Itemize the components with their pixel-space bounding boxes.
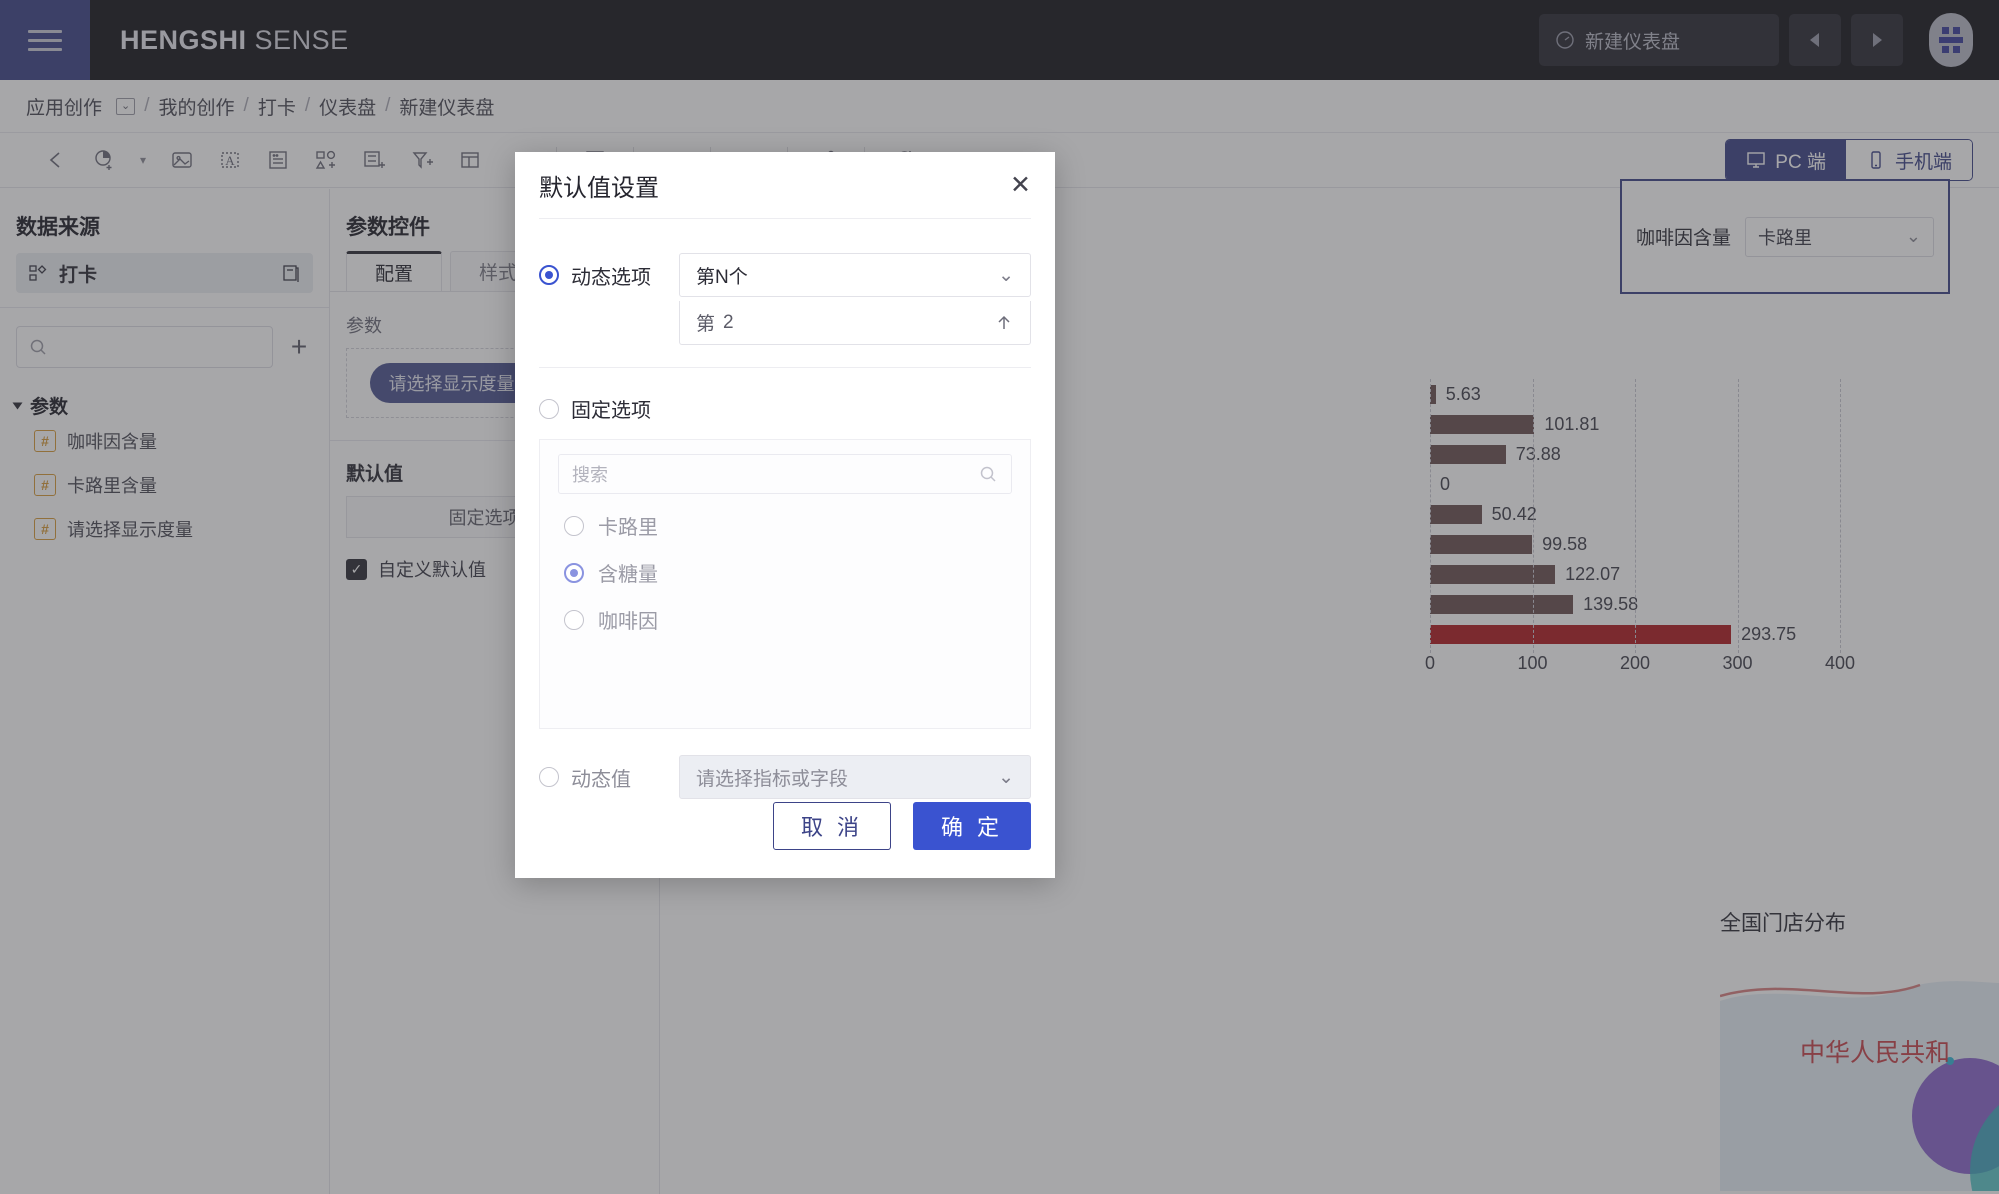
confirm-button[interactable]: 确 定: [913, 802, 1031, 850]
fixed-option-panel: 搜索 卡路里 含糖量 咖啡因: [539, 439, 1031, 729]
radio-fixed-option[interactable]: [539, 398, 559, 419]
dynamic-option-select[interactable]: 第N个 ⌄: [679, 253, 1031, 297]
option-search-input[interactable]: 搜索: [558, 454, 1012, 494]
dialog-title: 默认值设置: [539, 174, 659, 202]
dialog-footer: 取 消 确 定: [515, 774, 1055, 878]
option-item-1[interactable]: 含糖量: [540, 549, 1030, 596]
radio-option-0[interactable]: [564, 515, 584, 536]
option-search-placeholder: 搜索: [572, 465, 608, 485]
dialog-divider: [539, 218, 1031, 219]
close-icon[interactable]: ✕: [1010, 172, 1031, 198]
dynamic-option-row: 动态选项 第N个 ⌄: [515, 253, 1055, 297]
option-label-2: 咖啡因: [598, 611, 658, 633]
nth-prefix: 第: [696, 314, 716, 335]
chevron-down-icon: ⌄: [998, 264, 1014, 286]
fixed-option-label: 固定选项: [571, 400, 651, 422]
dynamic-option-value: 第N个: [696, 266, 748, 288]
radio-option-1[interactable]: [564, 562, 584, 583]
option-item-0[interactable]: 卡路里: [540, 502, 1030, 549]
stepper-up-icon[interactable]: [994, 313, 1014, 333]
option-label-0: 卡路里: [598, 517, 658, 539]
dynamic-option-label: 动态选项: [571, 266, 651, 289]
search-icon: [978, 464, 998, 484]
default-value-dialog: 默认值设置 ✕ 动态选项 第N个 ⌄ 第 2 固定选项 搜索 卡路里 含糖量 咖…: [515, 152, 1055, 878]
radio-dynamic-option[interactable]: [539, 265, 559, 285]
option-item-2[interactable]: 咖啡因: [540, 596, 1030, 643]
dialog-divider: [539, 367, 1031, 368]
option-label-1: 含糖量: [598, 564, 658, 586]
radio-option-2[interactable]: [564, 609, 584, 630]
nth-stepper-row: 第 2: [515, 301, 1055, 345]
dialog-header: 默认值设置 ✕: [515, 152, 1055, 218]
cancel-button[interactable]: 取 消: [773, 802, 891, 850]
fixed-option-row: 固定选项: [515, 394, 1055, 423]
nth-value: 2: [723, 311, 734, 333]
nth-value-input[interactable]: 第 2: [679, 301, 1031, 345]
